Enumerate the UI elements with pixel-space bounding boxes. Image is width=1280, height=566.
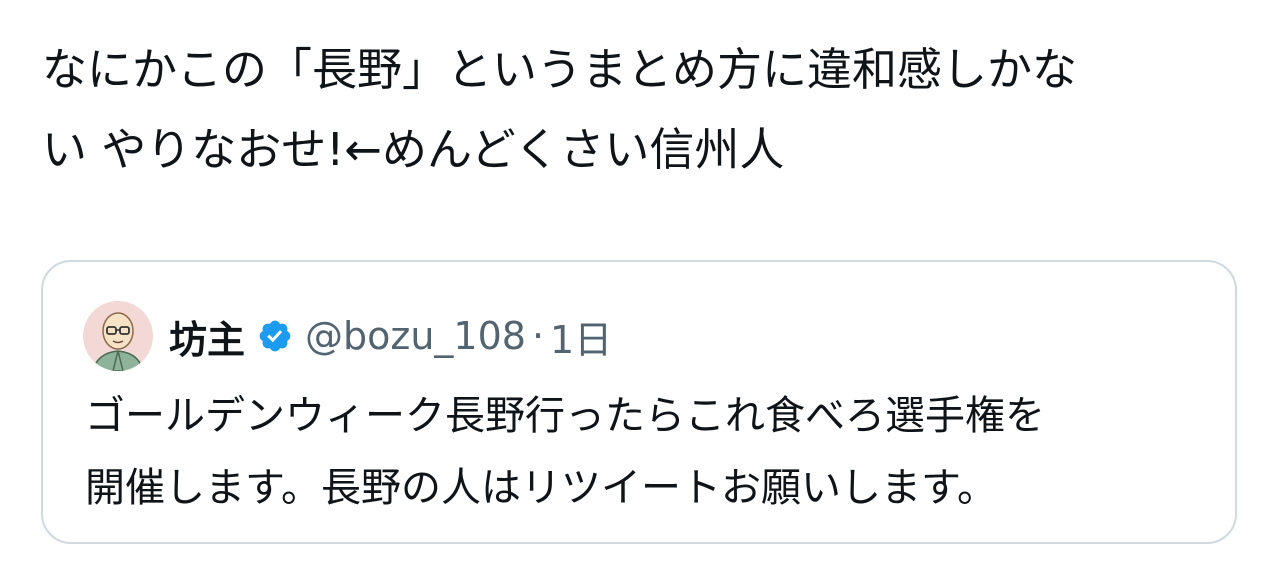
tweet-timestamp[interactable]: 1日 xyxy=(550,309,612,364)
verified-badge-icon xyxy=(259,320,291,352)
quoted-tweet-text: ゴールデンウィーク長野行ったらこれ食べろ選手権を 開催します。長野の人はリツイー… xyxy=(85,380,1205,524)
tweet-text-line-2: い やりなおせ!←めんどくさい信州人 xyxy=(42,123,785,176)
author-avatar[interactable] xyxy=(83,301,153,371)
separator-dot: · xyxy=(531,314,545,358)
quoted-tweet-header: 坊主 @bozu_108 · 1日 xyxy=(83,300,612,372)
quoted-tweet-text-line-1: ゴールデンウィーク長野行ったらこれ食べろ選手権を xyxy=(85,393,1045,439)
tweet: なにかこの「長野」というまとめ方に違和感しかな い やりなおせ!←めんどくさい信… xyxy=(0,0,1280,566)
quoted-tweet-text-line-2: 開催します。長野の人はリツイートお願いします。 xyxy=(85,465,997,511)
author-name[interactable]: 坊主 xyxy=(169,309,245,364)
monk-avatar-icon xyxy=(83,301,153,371)
author-handle[interactable]: @bozu_108 xyxy=(305,314,526,358)
quoted-tweet-card[interactable]: 坊主 @bozu_108 · 1日 ゴールデンウィーク長野行ったらこれ食べろ選手… xyxy=(41,260,1237,544)
tweet-text-line-1: なにかこの「長野」というまとめ方に違和感しかな xyxy=(42,43,1078,96)
tweet-text: なにかこの「長野」というまとめ方に違和感しかな い やりなおせ!←めんどくさい信… xyxy=(42,30,1242,190)
